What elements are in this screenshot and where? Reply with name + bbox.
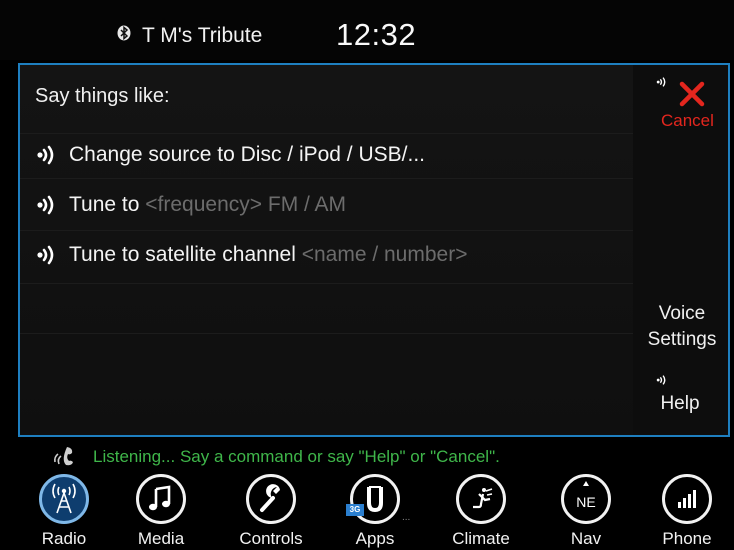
wrench-icon <box>246 474 296 524</box>
side-controls: Cancel Voice Settings Help <box>635 65 730 435</box>
voice-wave-icon <box>35 144 59 166</box>
voice-wave-icon <box>655 373 669 391</box>
nav-label: Apps <box>355 529 395 548</box>
nav-climate[interactable]: Climate <box>436 474 526 550</box>
nav-label: Controls <box>239 529 303 548</box>
nav-phone[interactable]: Phone <box>642 474 732 550</box>
nav-label: Climate <box>452 529 510 548</box>
command-text: Tune to <box>69 193 146 216</box>
voice-wave-icon <box>35 194 59 216</box>
voice-settings-line2: Settings <box>647 329 717 350</box>
nav-label: Radio <box>41 529 87 548</box>
nav-label: Media <box>137 529 185 548</box>
close-icon <box>679 81 705 107</box>
more-dots: ... <box>402 512 411 523</box>
nav-apps[interactable]: 3G ... Apps <box>330 474 420 550</box>
network-badge: 3G <box>346 504 364 516</box>
command-text: Change source to Disc / iPod / USB/... <box>69 143 425 166</box>
voice-settings-line1: Voice <box>658 303 706 324</box>
panel-title: Say things like: <box>35 85 170 107</box>
uconnect-icon <box>350 474 400 524</box>
nav-nav[interactable]: NE Nav <box>541 474 631 550</box>
compass-ne-icon: NE <box>561 474 611 524</box>
command-item[interactable]: Change source to Disc / iPod / USB/... <box>35 135 635 177</box>
cancel-button[interactable]: Cancel <box>645 75 730 135</box>
listening-status: Listening... Say a command or say "Help"… <box>0 442 734 472</box>
nav-label: Nav <box>570 529 602 548</box>
help-button[interactable]: Help <box>635 393 725 415</box>
voice-wave-icon <box>35 244 59 266</box>
voice-command-panel: Say things like: Change source to Disc /… <box>18 63 730 437</box>
voice-wave-icon <box>655 75 669 93</box>
command-hint: <frequency> FM / AM <box>145 193 347 216</box>
voice-command-icon <box>52 445 78 467</box>
clock: 12:32 <box>336 17 417 52</box>
nav-controls[interactable]: Controls <box>226 474 316 550</box>
command-text: Tune to satellite channel <box>69 243 302 266</box>
device-name: T M's Tribute <box>142 24 263 47</box>
nav-label: Phone <box>662 529 712 548</box>
compass-text: NE <box>576 494 595 510</box>
nav-radio[interactable]: Radio <box>19 474 109 550</box>
cancel-label: Cancel <box>661 111 714 130</box>
command-list: Say things like: Change source to Disc /… <box>20 65 633 435</box>
listening-text: Listening... Say a command or say "Help"… <box>93 447 500 466</box>
command-item[interactable]: Tune to satellite channel <name / number… <box>35 235 635 277</box>
bluetooth-icon <box>117 25 131 41</box>
command-hint: <name / number> <box>301 243 468 266</box>
command-item[interactable]: Tune to <frequency> FM / AM <box>35 185 635 227</box>
bottom-nav: Radio Media Controls 3G ... Apps Climate… <box>0 472 734 550</box>
radio-tower-icon <box>39 474 89 524</box>
music-note-icon <box>136 474 186 524</box>
voice-settings-button[interactable]: Voice Settings <box>637 301 727 353</box>
nav-media[interactable]: Media <box>116 474 206 550</box>
climate-seat-icon <box>456 474 506 524</box>
status-bar: T M's Tribute 12:32 <box>0 0 734 60</box>
signal-bars-icon <box>662 474 712 524</box>
